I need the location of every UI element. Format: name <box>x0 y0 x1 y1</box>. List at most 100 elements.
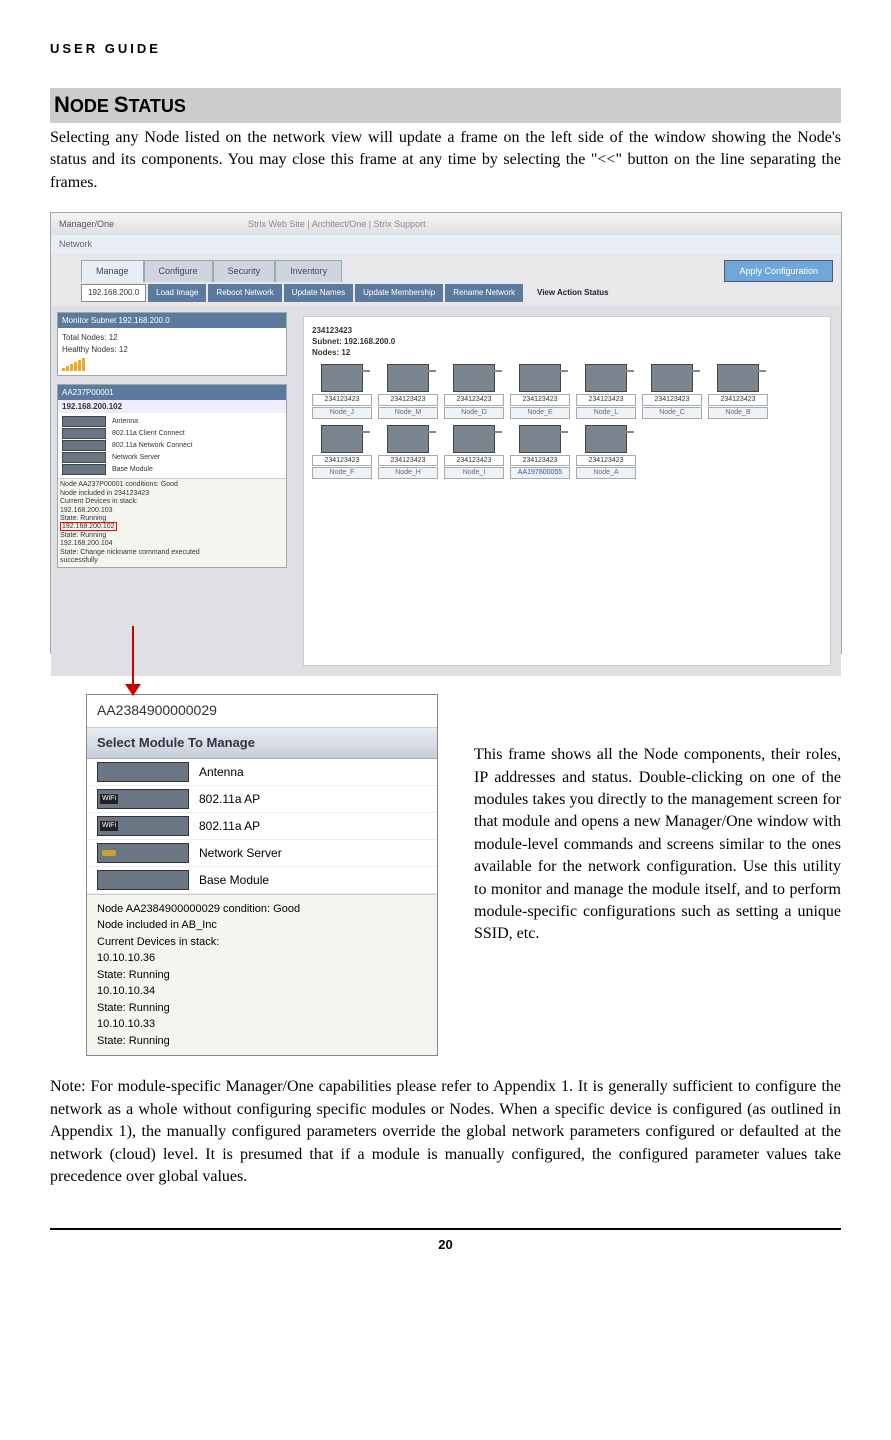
node-icon[interactable]: 234123423Node_D <box>444 364 504 419</box>
ip-dropdown[interactable]: 192.168.200.0 <box>81 284 146 301</box>
callout-arrow-line <box>132 626 134 688</box>
module-row-antenna[interactable]: Antenna <box>62 416 282 427</box>
node-icon[interactable]: 234123423Node_L <box>576 364 636 419</box>
node-grid: 234123423Node_J 234123423Node_M 23412342… <box>312 364 822 479</box>
tab-inventory[interactable]: Inventory <box>275 260 342 283</box>
module-row-base-module[interactable]: Base Module <box>87 867 437 894</box>
status-line: Node included in AB_Inc <box>97 917 427 934</box>
subnet-id: 234123423 <box>312 325 822 336</box>
status-line: 192.168.200.104 <box>60 540 284 548</box>
tab-manage[interactable]: Manage <box>81 260 144 283</box>
module-row-ap1[interactable]: WiFi802.11a AP <box>87 786 437 813</box>
node-id: 234123423 <box>312 455 372 467</box>
module-row-network-connect[interactable]: 802.11a Network Connect <box>62 440 282 451</box>
status-line: Node AA237P00001 conditions: Good <box>60 481 284 489</box>
node-icon[interactable]: 234123423Node_A <box>576 425 636 480</box>
side-paragraph: This frame shows all the Node components… <box>474 694 841 946</box>
total-nodes: Total Nodes: 12 <box>62 332 282 343</box>
node-icon[interactable]: 234123423Node_B <box>708 364 768 419</box>
status-line: State: Running <box>60 532 284 540</box>
node-id: 234123423 <box>576 394 636 406</box>
status-line: 10.10.10.36 <box>97 950 427 967</box>
apply-config-button[interactable]: Apply Configuration <box>724 260 833 283</box>
module-row-client-connect[interactable]: 802.11a Client Connect <box>62 428 282 439</box>
node-nickname: Node_B <box>708 407 768 419</box>
module-icon: WiFi <box>97 789 189 809</box>
title-letter-s: S <box>114 92 129 117</box>
screenshot-node-detail: AA2384900000029 Select Module To Manage … <box>86 694 438 1056</box>
monitor-panel: Monitor Subnet 192.168.200.0 Total Nodes… <box>57 312 287 377</box>
status-line: State: Running <box>97 967 427 984</box>
section-title: NODE STATUS <box>50 88 841 123</box>
node-nickname: AA197800055 <box>510 467 570 479</box>
node-icon[interactable]: 234123423Node_F <box>312 425 372 480</box>
network-label: Network <box>51 235 841 254</box>
wifi-icon: WiFi <box>100 794 118 804</box>
status-line: 192.168.200.102 <box>60 523 284 531</box>
main-pane: Monitor Subnet 192.168.200.0 Total Nodes… <box>51 306 841 676</box>
node-nickname: Node_L <box>576 407 636 419</box>
module-label: Network Server <box>199 845 282 862</box>
tab-bar: Manage Configure Security Inventory Appl… <box>51 254 841 283</box>
title-rest-2: TATUS <box>129 96 186 116</box>
node-id: 234123423 <box>510 455 570 467</box>
app-title: Manager/One <box>59 218 114 231</box>
module-label: 802.11a Network Connect <box>112 441 192 451</box>
doc-header: USER GUIDE <box>50 40 841 58</box>
module-row-network-server[interactable]: Network Server <box>62 452 282 463</box>
module-icon <box>97 870 189 890</box>
load-image-button[interactable]: Load Image <box>148 284 206 301</box>
node-id: 234123423 <box>708 394 768 406</box>
module-label: Antenna <box>199 764 244 781</box>
node-id: 234123423 <box>444 455 504 467</box>
status-line: Node included in 234123423 <box>60 490 284 498</box>
module-row-ap2[interactable]: WiFi 802.11a AP <box>87 813 437 840</box>
module-row-antenna[interactable]: Antenna <box>87 759 437 786</box>
reboot-network-button[interactable]: Reboot Network <box>208 284 281 301</box>
header-links[interactable]: Strix Web Site | Architect/One | Strix S… <box>248 218 426 231</box>
healthy-nodes: Healthy Nodes: 12 <box>62 344 282 355</box>
update-names-button[interactable]: Update Names <box>284 284 353 301</box>
subnet-nodecount: Nodes: 12 <box>312 347 822 358</box>
node-icon[interactable]: 234123423Node_E <box>510 364 570 419</box>
node-icon[interactable]: 234123423AA197800055 <box>510 425 570 480</box>
node-nickname: Node_E <box>510 407 570 419</box>
node-id: 234123423 <box>312 394 372 406</box>
module-label: Base Module <box>112 465 153 475</box>
node-name: AA237P00001 <box>58 385 286 400</box>
node-icon[interactable]: 234123423Node_M <box>378 364 438 419</box>
highlighted-ip: 192.168.200.102 <box>60 522 117 531</box>
status-line: 192.168.200.103 <box>60 507 284 515</box>
status-line: State: Running <box>97 1000 427 1017</box>
intro-paragraph: Selecting any Node listed on the network… <box>50 127 841 194</box>
detail-row: AA2384900000029 Select Module To Manage … <box>50 694 841 1056</box>
title-letter-n: N <box>54 92 70 117</box>
status-line: 10.10.10.34 <box>97 983 427 1000</box>
view-action-status[interactable]: View Action Status <box>537 287 609 298</box>
module-label: 802.11a AP <box>199 818 260 835</box>
toolbar: 192.168.200.0 Load Image Reboot Network … <box>51 282 841 305</box>
node-icon[interactable]: 234123423Node_I <box>444 425 504 480</box>
node-icon[interactable]: 234123423Node_C <box>642 364 702 419</box>
status-line: Current Devices in stack: <box>97 934 427 951</box>
node-id-header: AA2384900000029 <box>87 695 437 728</box>
node-id: 234123423 <box>444 394 504 406</box>
signal-bars-icon <box>62 357 282 371</box>
update-membership-button[interactable]: Update Membership <box>355 284 443 301</box>
node-icon[interactable]: 234123423Node_H <box>378 425 438 480</box>
module-icon: WiFi <box>97 816 189 836</box>
wifi-icon: WiFi <box>100 821 118 831</box>
subnet-ip: Subnet: 192.168.200.0 <box>312 336 822 347</box>
rename-network-button[interactable]: Rename Network <box>445 284 523 301</box>
tab-configure[interactable]: Configure <box>144 260 213 283</box>
node-id: 234123423 <box>576 455 636 467</box>
node-nickname: Node_I <box>444 467 504 479</box>
node-icon[interactable]: 234123423Node_J <box>312 364 372 419</box>
module-row-base-module[interactable]: Base Module <box>62 464 282 475</box>
tab-security[interactable]: Security <box>213 260 276 283</box>
status-line: Current Devices in stack: <box>60 498 284 506</box>
module-row-network-server[interactable]: Network Server <box>87 840 437 867</box>
subnet-info: 234123423 Subnet: 192.168.200.0 Nodes: 1… <box>312 325 822 359</box>
page-number: 20 <box>438 1237 452 1252</box>
status-line: Node AA2384900000029 condition: Good <box>97 901 427 918</box>
